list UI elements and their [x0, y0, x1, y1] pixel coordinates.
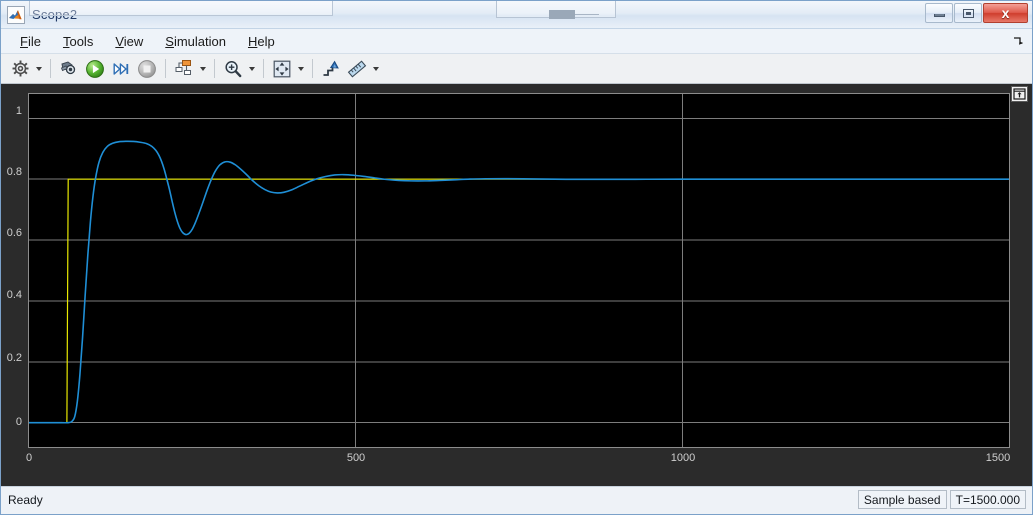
chart-svg [29, 94, 1009, 447]
scope-window: Scope2 x File Tools View Simulation Help [0, 0, 1033, 515]
grid-lines [29, 94, 1009, 447]
menu-file-rest: ile [27, 33, 41, 49]
axes-canvas[interactable] [28, 93, 1010, 448]
run-button[interactable] [82, 56, 108, 82]
status-ready-text: Ready [8, 492, 43, 507]
close-icon: x [1001, 5, 1010, 21]
zoom-button[interactable] [220, 56, 246, 82]
status-sample-mode: Sample based [857, 490, 947, 509]
plot-area: 1 0.8 0.6 0.4 0.2 0 0 500 1000 1500 [1, 84, 1032, 486]
restore-button[interactable] [954, 3, 982, 23]
toolbar-separator [50, 59, 51, 78]
step-forward-button[interactable] [108, 56, 134, 82]
stop-icon [138, 59, 156, 78]
configuration-properties-dropdown[interactable] [33, 57, 45, 81]
y-tick-label-0.2: 0.2 [6, 352, 22, 364]
pan-fit-dropdown[interactable] [295, 57, 307, 81]
menu-help-mnemonic: H [247, 33, 258, 49]
status-bar: Ready Sample based T=1500.000 [1, 486, 1032, 512]
background-block-shape [549, 10, 575, 19]
x-tick-label-1000: 1000 [670, 452, 696, 464]
matlab-membrane-icon [7, 5, 25, 24]
menu-tools-rest: ools [69, 33, 94, 49]
y-tick-label-0.4: 0.4 [6, 289, 22, 301]
toolbar [1, 54, 1032, 84]
zoom-in-magnifier-icon [225, 60, 242, 77]
toolbar-separator [263, 59, 264, 78]
configuration-properties-button[interactable] [7, 56, 33, 82]
menu-item-view[interactable]: View [104, 32, 154, 51]
pan-fit-button[interactable] [269, 56, 295, 82]
measurements-button[interactable] [344, 56, 370, 82]
trigger-arrow-icon [323, 60, 339, 76]
zoom-dropdown[interactable] [246, 57, 258, 81]
toolbar-separator [165, 59, 166, 78]
step-forward-icon [113, 62, 129, 75]
series-system-response [29, 140, 1009, 424]
print-scope-icon [60, 60, 76, 74]
layout-dropdown[interactable] [197, 57, 209, 81]
print-button[interactable] [56, 56, 82, 82]
menu-item-simulation[interactable]: Simulation [154, 32, 237, 51]
x-tick-label-500: 500 [346, 452, 366, 464]
menu-file-mnemonic: F [20, 33, 28, 49]
menu-overflow-arrow-icon[interactable] [1011, 34, 1024, 47]
close-button[interactable]: x [983, 3, 1028, 23]
x-tick-label-0: 0 [25, 452, 33, 464]
minimize-icon [933, 14, 945, 17]
y-tick-label-0: 0 [15, 416, 22, 428]
layout-button[interactable] [171, 56, 197, 82]
menu-item-help[interactable]: Help [237, 32, 286, 51]
menu-bar: File Tools View Simulation Help [1, 29, 1032, 54]
menu-view-mnemonic: V [115, 33, 124, 49]
y-tick-label-0.6: 0.6 [6, 227, 22, 239]
maximize-axes-button[interactable] [1011, 86, 1028, 102]
maximize-axes-icon [1013, 88, 1026, 100]
menu-simulation-mnemonic: S [165, 33, 174, 49]
toolbar-separator [214, 59, 215, 78]
trigger-button[interactable] [318, 56, 344, 82]
window-title: Scope2 [32, 7, 78, 22]
window-controls: x [925, 3, 1028, 23]
status-right-group: Sample based T=1500.000 [857, 490, 1026, 509]
restore-icon [962, 8, 974, 18]
y-tick-label-1: 1 [15, 105, 22, 117]
layout-subsystem-icon [175, 60, 191, 75]
measurements-dropdown[interactable] [370, 57, 382, 81]
y-tick-label-0.8: 0.8 [6, 166, 22, 178]
menu-simulation-rest: imulation [173, 33, 226, 49]
y-axis-labels: 1 0.8 0.6 0.4 0.2 0 [1, 93, 25, 448]
x-axis-labels: 0 500 1000 1500 [25, 450, 1011, 470]
ruler-icon [347, 59, 367, 78]
title-bar: Scope2 x [1, 1, 1032, 29]
menu-item-file[interactable]: File [9, 32, 52, 51]
menu-item-tools[interactable]: Tools [52, 32, 104, 51]
menu-help-rest: elp [257, 33, 275, 49]
stop-button [134, 56, 160, 82]
x-tick-label-1500: 1500 [985, 452, 1011, 464]
minimize-button[interactable] [925, 3, 953, 23]
gear-icon [12, 60, 28, 77]
background-connector-line [575, 14, 599, 15]
background-window-outline-b [496, 1, 616, 18]
status-simulation-time: T=1500.000 [949, 490, 1026, 509]
menu-view-rest: iew [123, 33, 144, 49]
fit-to-view-arrows-icon [273, 60, 291, 77]
toolbar-separator [312, 59, 313, 78]
play-icon [86, 59, 104, 78]
